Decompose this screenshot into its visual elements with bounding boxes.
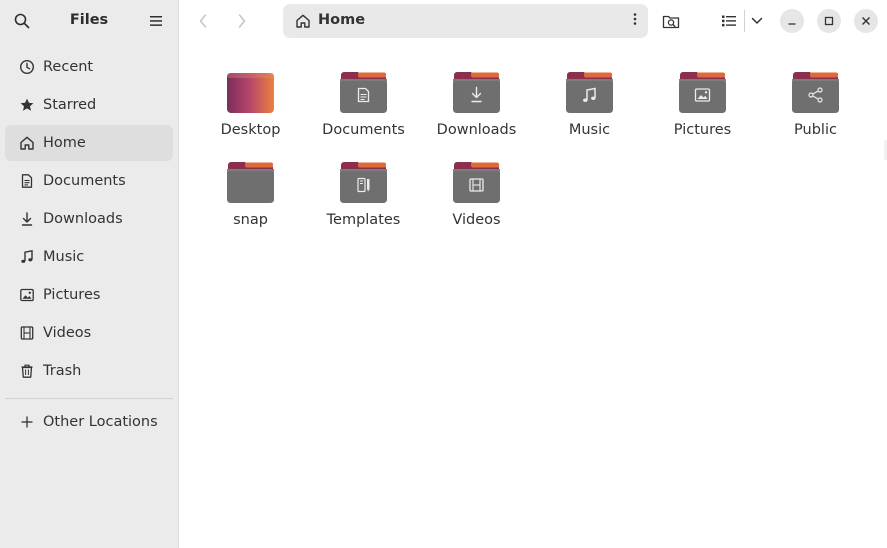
file-item-desktop[interactable]: Desktop	[194, 66, 307, 152]
sidebar-item-recent[interactable]: Recent	[5, 49, 173, 85]
music-note-icon	[18, 248, 36, 266]
back-button[interactable]	[190, 9, 216, 33]
sidebar-item-documents[interactable]: Documents	[5, 163, 173, 199]
sidebar-item-label: Downloads	[43, 211, 123, 227]
pictures-folder-icon	[679, 72, 726, 113]
sidebar: Files Recent Starred Home Documents Down…	[0, 0, 179, 548]
chevron-right-icon	[238, 14, 246, 28]
location-menu-button[interactable]	[633, 12, 637, 30]
desktop-folder-icon	[227, 73, 274, 113]
sidebar-item-label: Trash	[43, 363, 82, 379]
sidebar-other-section: Other Locations	[5, 404, 173, 442]
file-name: snap	[233, 212, 268, 228]
file-name: Public	[794, 122, 837, 138]
view-options-dropdown[interactable]	[745, 9, 769, 33]
downloads-folder-icon	[453, 72, 500, 113]
videos-folder-icon	[453, 162, 500, 203]
sidebar-item-label: Documents	[43, 173, 126, 189]
kebab-menu-icon	[633, 13, 637, 25]
sidebar-item-other-locations[interactable]: Other Locations	[5, 404, 173, 440]
sidebar-places-list: Recent Starred Home Documents Downloads …	[5, 49, 173, 391]
location-pathbar[interactable]: Home	[283, 4, 648, 38]
file-item-public[interactable]: Public	[759, 66, 872, 152]
sidebar-item-home[interactable]: Home	[5, 125, 173, 161]
list-view-icon	[722, 15, 736, 27]
home-icon	[18, 134, 36, 152]
header-bar: Home	[180, 0, 887, 42]
sidebar-item-trash[interactable]: Trash	[5, 353, 173, 389]
folder-search-icon	[662, 15, 680, 29]
sidebar-item-label: Music	[43, 249, 85, 265]
maximize-icon	[824, 16, 834, 26]
home-icon	[295, 13, 311, 33]
snap-folder-icon	[227, 162, 274, 203]
document-icon	[18, 172, 36, 190]
sidebar-item-downloads[interactable]: Downloads	[5, 201, 173, 237]
sidebar-item-starred[interactable]: Starred	[5, 87, 173, 123]
sidebar-item-label: Pictures	[43, 287, 101, 303]
file-item-documents[interactable]: Documents	[307, 66, 420, 152]
chevron-down-icon	[751, 17, 763, 24]
file-item-downloads[interactable]: Downloads	[420, 66, 533, 152]
clock-icon	[18, 58, 36, 76]
sidebar-item-label: Videos	[43, 325, 92, 341]
minimize-button[interactable]	[780, 9, 804, 33]
file-item-snap[interactable]: snap	[194, 156, 307, 242]
sidebar-item-videos[interactable]: Videos	[5, 315, 173, 351]
plus-icon	[18, 413, 36, 431]
star-icon	[18, 96, 36, 114]
trash-icon	[18, 362, 36, 380]
minimize-icon	[788, 23, 796, 25]
file-name: Pictures	[673, 122, 732, 138]
file-name: Downloads	[436, 122, 517, 138]
film-icon	[18, 324, 36, 342]
file-name: Documents	[322, 122, 405, 138]
picture-icon	[18, 286, 36, 304]
download-icon	[18, 210, 36, 228]
file-item-videos[interactable]: Videos	[420, 156, 533, 242]
sidebar-item-label: Starred	[43, 97, 97, 113]
sidebar-item-pictures[interactable]: Pictures	[5, 277, 173, 313]
file-name: Videos	[452, 212, 501, 228]
close-icon	[862, 17, 870, 25]
forward-button[interactable]	[229, 9, 255, 33]
main-menu-button[interactable]	[146, 11, 166, 31]
file-item-templates[interactable]: Templates	[307, 156, 420, 242]
sidebar-item-label: Other Locations	[43, 414, 158, 430]
sidebar-item-music[interactable]: Music	[5, 239, 173, 275]
sidebar-item-label: Home	[43, 135, 86, 151]
search-folder-button[interactable]	[659, 9, 683, 33]
file-name: Templates	[326, 212, 401, 228]
file-item-music[interactable]: Music	[533, 66, 646, 152]
documents-folder-icon	[340, 72, 387, 113]
maximize-button[interactable]	[817, 9, 841, 33]
sidebar-header: Files	[0, 0, 178, 42]
file-name: Desktop	[220, 122, 281, 138]
public-folder-icon	[792, 72, 839, 113]
close-button[interactable]	[854, 9, 878, 33]
templates-folder-icon	[340, 162, 387, 203]
sidebar-item-label: Recent	[43, 59, 94, 75]
hamburger-menu-icon	[150, 16, 162, 26]
file-name: Music	[568, 122, 611, 138]
music-folder-icon	[566, 72, 613, 113]
chevron-left-icon	[199, 14, 207, 28]
view-mode-button[interactable]	[717, 9, 741, 33]
sidebar-divider	[5, 398, 173, 399]
current-location-label: Home	[318, 12, 366, 28]
file-item-pictures[interactable]: Pictures	[646, 66, 759, 152]
